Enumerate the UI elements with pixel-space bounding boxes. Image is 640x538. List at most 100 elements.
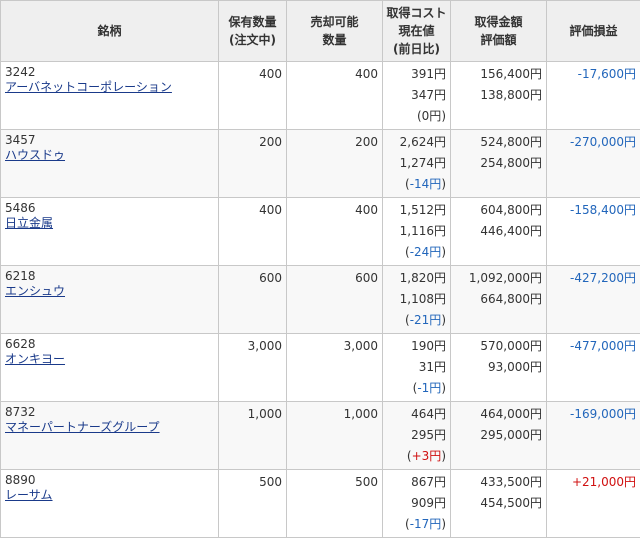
sellable-quantity: 1,000 xyxy=(287,402,383,470)
day-change-value: -21円 xyxy=(410,313,442,327)
evaluation-amount: 664,800円 xyxy=(451,289,542,310)
amount-cell: 524,800円 254,800円 xyxy=(451,130,547,198)
header-holdings-label: 保有数量 xyxy=(219,13,286,31)
table-row: 3242 アーバネットコーポレーション 400 400 391円 347円 (0… xyxy=(1,62,640,130)
holdings-quantity: 3,000 xyxy=(219,334,287,402)
header-sellable-label: 売却可能 xyxy=(287,13,382,31)
acquisition-amount: 433,500円 xyxy=(451,472,542,493)
header-cost-label: 取得コスト xyxy=(383,4,450,22)
table-row: 5486 日立金属 400 400 1,512円 1,116円 (-24円) 6… xyxy=(1,198,640,266)
day-change: (-24円) xyxy=(383,242,446,263)
holdings-quantity: 500 xyxy=(219,470,287,538)
header-pnl-label: 評価損益 xyxy=(569,24,617,38)
cost-cell: 1,820円 1,108円 (-21円) xyxy=(383,266,451,334)
cost-cell: 1,512円 1,116円 (-24円) xyxy=(383,198,451,266)
day-change-close: ) xyxy=(441,177,446,191)
unrealized-pnl: -17,600円 xyxy=(547,62,640,130)
header-holdings-sub-label: (注文中) xyxy=(219,31,286,49)
acquisition-cost: 1,512円 xyxy=(383,200,446,221)
current-price: 1,108円 xyxy=(383,289,446,310)
evaluation-amount: 93,000円 xyxy=(451,357,542,378)
day-change-close: ) xyxy=(441,109,446,123)
acquisition-cost: 391円 xyxy=(383,64,446,85)
cost-cell: 867円 909円 (-17円) xyxy=(383,470,451,538)
stock-name-link[interactable]: マネーパートナーズグループ xyxy=(5,420,218,435)
acquisition-cost: 464円 xyxy=(383,404,446,425)
header-row: 銘柄 保有数量 (注文中) 売却可能 数量 取得コスト 現在値 (前日比) 取得… xyxy=(1,1,640,62)
header-amount: 取得金額 評価額 xyxy=(451,1,547,62)
current-price: 347円 xyxy=(383,85,446,106)
table-row: 3457 ハウスドゥ 200 200 2,624円 1,274円 (-14円) … xyxy=(1,130,640,198)
header-sellable-sub-label: 数量 xyxy=(287,31,382,49)
stock-cell: 6628 オンキヨー xyxy=(1,334,219,402)
unrealized-pnl: -477,000円 xyxy=(547,334,640,402)
day-change-close: ) xyxy=(441,449,446,463)
current-price: 1,274円 xyxy=(383,153,446,174)
acquisition-amount: 1,092,000円 xyxy=(451,268,542,289)
holdings-quantity: 1,000 xyxy=(219,402,287,470)
holdings-quantity: 600 xyxy=(219,266,287,334)
day-change: (0円) xyxy=(383,106,446,127)
day-change-value: -17円 xyxy=(410,517,442,531)
evaluation-amount: 138,800円 xyxy=(451,85,542,106)
current-price: 31円 xyxy=(383,357,446,378)
evaluation-amount: 295,000円 xyxy=(451,425,542,446)
day-change: (-14円) xyxy=(383,174,446,195)
day-change-close: ) xyxy=(441,381,446,395)
current-price: 909円 xyxy=(383,493,446,514)
table-row: 8890 レーサム 500 500 867円 909円 (-17円) 433,5… xyxy=(1,470,640,538)
acquisition-cost: 2,624円 xyxy=(383,132,446,153)
header-acq-amount-label: 取得金額 xyxy=(451,13,546,31)
day-change: (-21円) xyxy=(383,310,446,331)
unrealized-pnl: -169,000円 xyxy=(547,402,640,470)
stock-name-link[interactable]: ハウスドゥ xyxy=(5,148,218,163)
stock-name-link[interactable]: 日立金属 xyxy=(5,216,218,231)
evaluation-amount: 446,400円 xyxy=(451,221,542,242)
day-change-value: -1円 xyxy=(417,381,441,395)
holdings-table: 銘柄 保有数量 (注文中) 売却可能 数量 取得コスト 現在値 (前日比) 取得… xyxy=(0,0,640,538)
amount-cell: 464,000円 295,000円 xyxy=(451,402,547,470)
cost-cell: 391円 347円 (0円) xyxy=(383,62,451,130)
day-change: (+3円) xyxy=(383,446,446,467)
header-holdings: 保有数量 (注文中) xyxy=(219,1,287,62)
header-price-label: 現在値 xyxy=(383,22,450,40)
evaluation-amount: 454,500円 xyxy=(451,493,542,514)
acquisition-amount: 464,000円 xyxy=(451,404,542,425)
stock-cell: 8890 レーサム xyxy=(1,470,219,538)
amount-cell: 156,400円 138,800円 xyxy=(451,62,547,130)
day-change-value: -24円 xyxy=(410,245,442,259)
stock-code: 6218 xyxy=(5,269,218,284)
day-change-value: -14円 xyxy=(410,177,442,191)
day-change-value: +3円 xyxy=(412,449,442,463)
stock-name-link[interactable]: アーバネットコーポレーション xyxy=(5,80,218,95)
stock-code: 8890 xyxy=(5,473,218,488)
cost-cell: 464円 295円 (+3円) xyxy=(383,402,451,470)
day-change-value: 0円 xyxy=(422,109,442,123)
acquisition-amount: 156,400円 xyxy=(451,64,542,85)
header-sellable: 売却可能 数量 xyxy=(287,1,383,62)
stock-cell: 3457 ハウスドゥ xyxy=(1,130,219,198)
header-pnl: 評価損益 xyxy=(547,1,640,62)
stock-name-link[interactable]: オンキヨー xyxy=(5,352,218,367)
sellable-quantity: 500 xyxy=(287,470,383,538)
stock-code: 8732 xyxy=(5,405,218,420)
sellable-quantity: 400 xyxy=(287,198,383,266)
stock-name-link[interactable]: エンシュウ xyxy=(5,284,218,299)
stock-cell: 6218 エンシュウ xyxy=(1,266,219,334)
stock-code: 3242 xyxy=(5,65,218,80)
day-change: (-17円) xyxy=(383,514,446,535)
amount-cell: 433,500円 454,500円 xyxy=(451,470,547,538)
day-change-close: ) xyxy=(441,313,446,327)
header-name: 銘柄 xyxy=(1,1,219,62)
stock-code: 3457 xyxy=(5,133,218,148)
table-row: 6218 エンシュウ 600 600 1,820円 1,108円 (-21円) … xyxy=(1,266,640,334)
day-change-close: ) xyxy=(441,517,446,531)
acquisition-amount: 524,800円 xyxy=(451,132,542,153)
sellable-quantity: 400 xyxy=(287,62,383,130)
sellable-quantity: 3,000 xyxy=(287,334,383,402)
holdings-quantity: 200 xyxy=(219,130,287,198)
stock-name-link[interactable]: レーサム xyxy=(5,488,218,503)
cost-cell: 2,624円 1,274円 (-14円) xyxy=(383,130,451,198)
current-price: 1,116円 xyxy=(383,221,446,242)
day-change: (-1円) xyxy=(383,378,446,399)
